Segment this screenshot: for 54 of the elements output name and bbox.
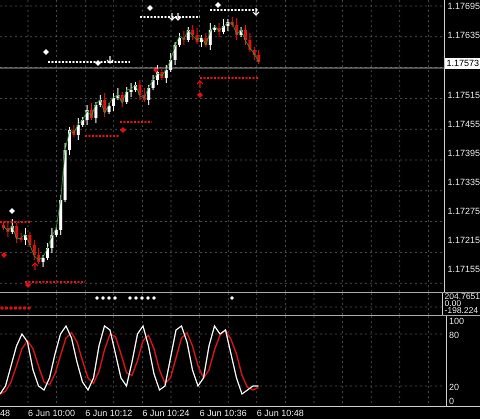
indicator-axis-label: 0.00 bbox=[444, 300, 462, 307]
diamond-icon bbox=[215, 2, 221, 8]
signal-dot bbox=[113, 296, 117, 300]
signal-dot bbox=[230, 296, 234, 300]
oscillator-axis-label: 100 bbox=[449, 316, 466, 326]
up-arrow-icon bbox=[196, 80, 204, 89]
diamond-icon bbox=[147, 5, 153, 11]
diamond-icon bbox=[197, 92, 203, 98]
price-label: 1.17635 bbox=[447, 29, 480, 42]
signal-dot bbox=[134, 296, 138, 300]
current-price-label: 1.17573 bbox=[445, 58, 480, 70]
time-label: 6 Jun 10:48 bbox=[256, 407, 305, 419]
diamond-icon bbox=[43, 49, 49, 55]
indicator-axis-label: -198.224 bbox=[444, 307, 480, 314]
level-line bbox=[0, 221, 30, 223]
time-label: 48 bbox=[0, 407, 12, 419]
up-arrow-icon bbox=[31, 262, 39, 271]
down-arrow-icon bbox=[106, 55, 114, 64]
price-label: 1.17455 bbox=[447, 118, 480, 131]
diamond-icon bbox=[95, 60, 101, 66]
diamond-icon bbox=[1, 252, 7, 258]
price-label: 1.17395 bbox=[447, 146, 480, 160]
signal-dot bbox=[152, 296, 156, 300]
level-line bbox=[25, 281, 85, 283]
time-label: 6 Jun 10:24 bbox=[142, 407, 190, 419]
signal-dot bbox=[107, 296, 111, 300]
oscillator-axis-label: 80 bbox=[449, 330, 460, 340]
signal-dot bbox=[140, 296, 144, 300]
signal-dot bbox=[146, 296, 150, 300]
price-label: 1.17275 bbox=[447, 204, 480, 218]
level-line bbox=[85, 135, 120, 137]
diamond-icon bbox=[9, 208, 15, 214]
signal-dot bbox=[101, 296, 105, 300]
level-line bbox=[210, 9, 258, 11]
level-line bbox=[200, 77, 258, 79]
time-label: 6 Jun 10:00 bbox=[28, 407, 76, 419]
indicator-axis-label: 204.7651 bbox=[444, 293, 480, 300]
price-label: 1.17215 bbox=[447, 234, 480, 247]
price-label: 1.17155 bbox=[447, 262, 480, 276]
signal-dot bbox=[128, 296, 132, 300]
price-label: 1.17695 bbox=[447, 0, 480, 13]
down-arrow-icon bbox=[252, 7, 260, 16]
level-line bbox=[120, 121, 152, 123]
diamond-icon bbox=[153, 67, 159, 73]
price-label: 1.17335 bbox=[447, 176, 480, 189]
time-label: 6 Jun 10:12 bbox=[85, 407, 134, 419]
oscillator-axis-label: 0 bbox=[449, 396, 456, 406]
signal-dot bbox=[95, 296, 99, 300]
diamond-icon bbox=[120, 127, 126, 133]
time-label: 6 Jun 10:36 bbox=[200, 407, 248, 419]
level-line bbox=[140, 16, 200, 18]
price-label: 1.17515 bbox=[447, 88, 480, 102]
oscillator-axis-label: 20 bbox=[449, 382, 460, 392]
diamond-icon bbox=[25, 282, 31, 288]
